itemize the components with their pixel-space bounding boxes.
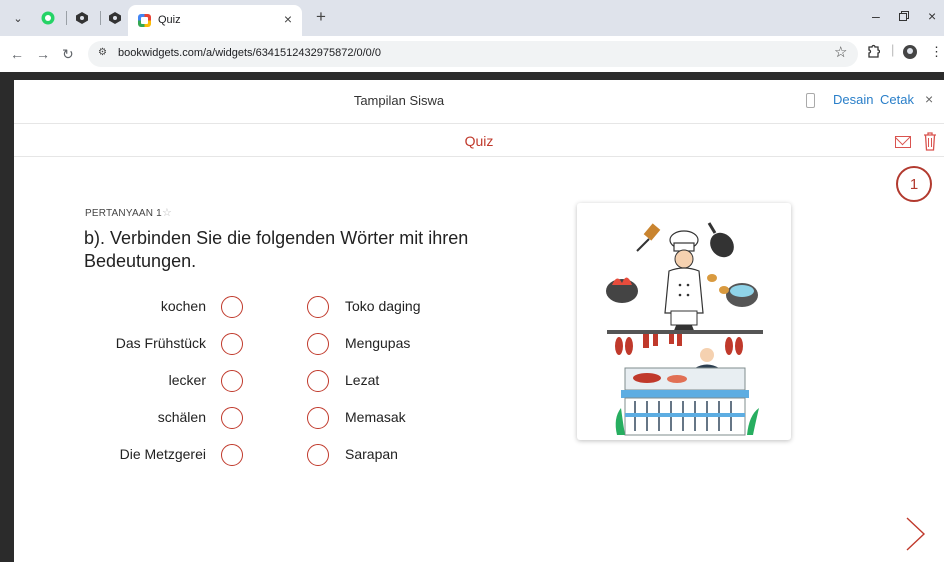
url-text[interactable]: bookwidgets.com/a/widgets/63415124329758… bbox=[118, 47, 381, 59]
left-item: schälen bbox=[157, 409, 206, 425]
right-item: Sarapan bbox=[345, 446, 398, 462]
restore-icon[interactable] bbox=[899, 8, 909, 24]
bookwidgets-favicon-icon bbox=[138, 14, 151, 27]
student-view-modal: Tampilan Siswa Desain Cetak × Quiz 1 PER… bbox=[14, 80, 944, 562]
reload-icon[interactable]: ↻ bbox=[62, 46, 74, 63]
browser-menu-icon[interactable]: ⋮ bbox=[930, 44, 943, 60]
close-tab-icon[interactable]: × bbox=[284, 11, 292, 27]
right-match-radio[interactable] bbox=[307, 370, 329, 392]
mail-icon[interactable] bbox=[895, 136, 911, 148]
chef-butcher-illustration bbox=[606, 222, 763, 436]
browser-tab-bar: ⌄ Quiz × + – × bbox=[0, 0, 944, 36]
extensions-icon[interactable] bbox=[867, 44, 881, 61]
site-info-icon[interactable]: ⚙ bbox=[98, 47, 107, 58]
forward-icon[interactable]: → bbox=[36, 46, 50, 62]
right-match-radio[interactable] bbox=[307, 407, 329, 429]
left-item: lecker bbox=[168, 372, 206, 388]
close-modal-icon[interactable]: × bbox=[925, 91, 933, 107]
tab-separator bbox=[66, 11, 67, 25]
left-item: Das Frühstück bbox=[115, 335, 206, 351]
browser-toolbar: ← → ↻ ⚙ bookwidgets.com/a/widgets/634151… bbox=[0, 36, 944, 72]
minimize-icon[interactable]: – bbox=[872, 8, 880, 24]
modal-title: Tampilan Siswa bbox=[353, 93, 445, 108]
new-tab-icon[interactable]: + bbox=[316, 7, 326, 27]
pinned-tab-icon[interactable] bbox=[105, 8, 125, 28]
pinned-tab-icon[interactable] bbox=[72, 8, 92, 28]
tab-separator bbox=[100, 11, 101, 25]
favorite-star-icon[interactable]: ☆ bbox=[162, 206, 172, 219]
right-item: Toko daging bbox=[345, 298, 421, 314]
right-item: Memasak bbox=[345, 409, 406, 425]
left-match-radio[interactable] bbox=[221, 333, 243, 355]
left-match-radio[interactable] bbox=[221, 407, 243, 429]
modal-header: Tampilan Siswa Desain Cetak × bbox=[14, 80, 944, 124]
question-label: PERTANYAAN 1 bbox=[85, 208, 162, 219]
tab-search-icon[interactable]: ⌄ bbox=[8, 8, 28, 28]
question-text: b). Verbinden Sie die folgenden Wörter m… bbox=[84, 228, 469, 271]
right-match-radio[interactable] bbox=[307, 296, 329, 318]
toolbar-separator: | bbox=[891, 42, 895, 57]
whatsapp-tab-icon[interactable] bbox=[38, 8, 58, 28]
profile-avatar-icon[interactable] bbox=[903, 45, 917, 59]
tab-title: Quiz bbox=[158, 14, 181, 26]
phone-preview-icon[interactable] bbox=[806, 93, 815, 108]
desain-button[interactable]: Desain bbox=[833, 92, 873, 107]
close-window-icon[interactable]: × bbox=[928, 8, 936, 24]
question-counter: 1 bbox=[896, 166, 932, 202]
right-item: Lezat bbox=[345, 372, 380, 388]
right-item: Mengupas bbox=[345, 335, 411, 351]
bookmark-star-icon[interactable]: ☆ bbox=[834, 43, 847, 61]
next-question-arrow-icon[interactable] bbox=[904, 516, 928, 552]
left-match-radio[interactable] bbox=[221, 370, 243, 392]
left-item: Die Metzgerei bbox=[119, 446, 206, 462]
right-match-radio[interactable] bbox=[307, 444, 329, 466]
right-match-radio[interactable] bbox=[307, 333, 329, 355]
left-match-radio[interactable] bbox=[221, 444, 243, 466]
active-tab[interactable]: Quiz × bbox=[128, 5, 302, 36]
left-match-radio[interactable] bbox=[221, 296, 243, 318]
illustration-card bbox=[577, 203, 791, 440]
quiz-title: Quiz bbox=[464, 133, 494, 149]
back-icon[interactable]: ← bbox=[10, 46, 24, 62]
trash-icon[interactable] bbox=[923, 131, 937, 151]
cetak-button[interactable]: Cetak bbox=[880, 92, 914, 107]
address-bar[interactable]: ⚙ bookwidgets.com/a/widgets/634151243297… bbox=[88, 41, 858, 67]
left-item: kochen bbox=[160, 298, 206, 314]
quiz-title-bar: Quiz bbox=[14, 125, 944, 157]
